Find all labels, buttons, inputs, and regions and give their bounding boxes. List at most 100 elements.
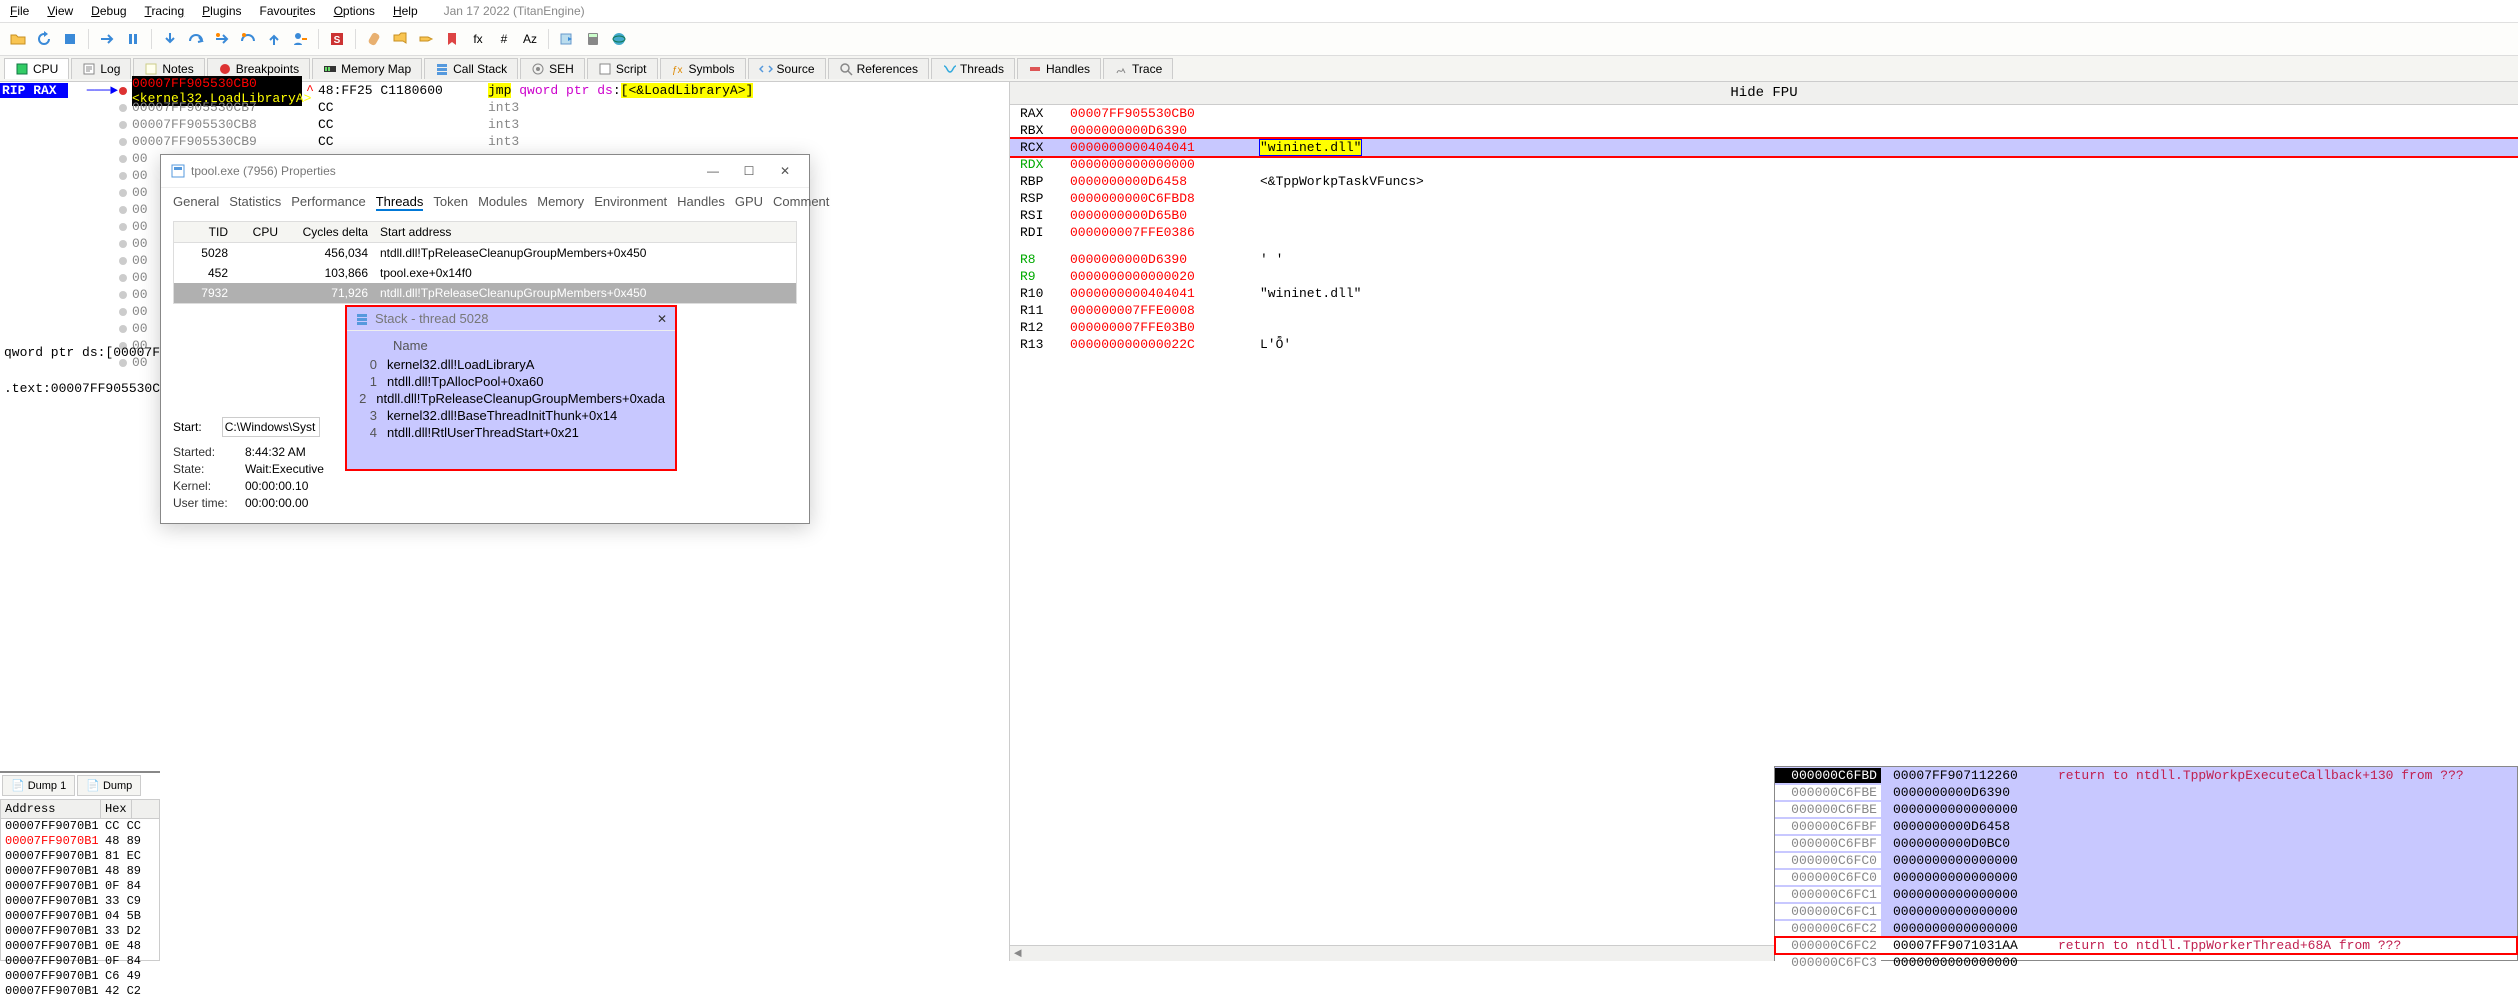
stack-frame-row[interactable]: 1ntdll.dll!TpAllocPool+0xa60 [357,373,665,390]
start-input[interactable] [222,417,320,437]
run-to-user-icon[interactable] [288,27,312,51]
stack-row[interactable]: 000000C6FBE0000000000D6390 [1775,784,2517,801]
breakpoint-slot[interactable] [118,273,132,283]
breakpoint-slot[interactable] [118,205,132,215]
col-header[interactable]: Cycles delta [284,222,374,242]
disasm-row-current[interactable]: RIP RAX ───► 00007FF905530CB0 <kernel32.… [0,82,1009,99]
breakpoint-slot[interactable] [118,188,132,198]
col-header[interactable]: Start address [374,222,796,242]
label-icon[interactable] [414,27,438,51]
proptab-general[interactable]: General [173,194,219,211]
menu-options[interactable]: Options [334,4,375,18]
stack-row[interactable]: 000000C6FBD00007FF907112260return to ntd… [1775,767,2517,784]
disasm-row[interactable]: 00007FF905530CB7CCint3 [0,99,1009,116]
dump-row[interactable]: 00007FF9070B148 89 [1,834,159,849]
breakpoint-slot[interactable] [118,137,132,147]
dump-row[interactable]: 00007FF9070B10E 48 [1,939,159,954]
step-out-icon[interactable] [262,27,286,51]
stack-frames-table[interactable]: Name 0kernel32.dll!LoadLibraryA1ntdll.dl… [357,335,665,441]
col-header[interactable]: TID [174,222,234,242]
stack-row[interactable]: 000000C6FC10000000000000000 [1775,903,2517,920]
hide-fpu-button[interactable]: Hide FPU [1010,82,2518,105]
dump-row[interactable]: 00007FF9070B1CC CC [1,819,159,834]
register-row[interactable]: RBP0000000000D6458<&TppWorkpTaskVFuncs> [1010,173,2518,190]
breakpoint-slot[interactable] [118,222,132,232]
register-row[interactable]: R100000000000404041"wininet.dll" [1010,285,2518,302]
stack-row[interactable]: 000000C6FBF0000000000D0BC0 [1775,835,2517,852]
dump-row[interactable]: 00007FF9070B133 D2 [1,924,159,939]
hash-icon[interactable]: # [492,27,516,51]
stack-thread-window[interactable]: Stack - thread 5028 ✕ Name 0kernel32.dll… [345,305,677,471]
tab-memory[interactable]: Memory Map [312,58,422,79]
proptab-gpu[interactable]: GPU [735,194,763,211]
proptab-token[interactable]: Token [433,194,468,211]
stack-frame-row[interactable]: 4ntdll.dll!RtlUserThreadStart+0x21 [357,424,665,441]
proptab-handles[interactable]: Handles [677,194,725,211]
stack-row[interactable]: 000000C6FBF0000000000D6458 [1775,818,2517,835]
dump-row[interactable]: 00007FF9070B133 C9 [1,894,159,909]
thread-row[interactable]: 452103,866tpool.exe+0x14f0 [174,263,796,283]
step-into-icon[interactable] [158,27,182,51]
calc-icon[interactable] [581,27,605,51]
dump-row[interactable]: 00007FF9070B148 89 [1,864,159,879]
proptab-threads[interactable]: Threads [376,194,424,211]
col-header[interactable]: CPU [234,222,284,242]
register-row[interactable]: RDX0000000000000000 [1010,156,2518,173]
tab-references[interactable]: References [828,58,929,79]
stack-row[interactable]: 000000C6FBE0000000000000000 [1775,801,2517,818]
stack-row[interactable]: 000000C6FC10000000000000000 [1775,886,2517,903]
goto-icon[interactable] [555,27,579,51]
proptab-statistics[interactable]: Statistics [229,194,281,211]
stack-frame-row[interactable]: 3kernel32.dll!BaseThreadInitThunk+0x14 [357,407,665,424]
register-row[interactable]: R12000000007FFE03B0 [1010,319,2518,336]
comment-icon[interactable] [388,27,412,51]
register-row[interactable]: RCX0000000000404041"wininet.dll" [1010,139,2518,156]
breakpoint-slot[interactable] [118,171,132,181]
breakpoint-slot[interactable] [118,154,132,164]
tab-symbols[interactable]: ƒxSymbols [660,58,746,79]
menu-view[interactable]: View [47,4,73,18]
breakpoint-slot[interactable] [118,256,132,266]
stack-row[interactable]: 000000C6FC20000000000000000 [1775,920,2517,937]
thread-row[interactable]: 5028456,034ntdll.dll!TpReleaseCleanupGro… [174,243,796,263]
menu-favourites[interactable]: Favourites [260,4,316,18]
proptab-memory[interactable]: Memory [537,194,584,211]
breakpoint-dot[interactable] [118,86,132,96]
col-header[interactable]: Name [357,335,665,356]
dump-row[interactable]: 00007FF9070B10F 84 [1,954,159,969]
stack-row[interactable]: 000000C6FC200007FF9071031AAreturn to ntd… [1775,937,2517,954]
menu-tracing[interactable]: Tracing [145,4,185,18]
disasm-row[interactable]: 00007FF905530CB8CCint3 [0,116,1009,133]
menu-debug[interactable]: Debug [91,4,126,18]
tab-seh[interactable]: SEH [520,58,585,79]
breakpoint-slot[interactable] [118,307,132,317]
register-row[interactable]: RSI0000000000D65B0 [1010,207,2518,224]
close-button[interactable]: ✕ [657,312,667,326]
font-icon[interactable]: Az [518,27,542,51]
tab-handles[interactable]: Handles [1017,58,1101,79]
register-row[interactable]: R80000000000D6390' ' [1010,251,2518,268]
register-row[interactable]: R13000000000000022CL'Ȭ' [1010,336,2518,353]
properties-window[interactable]: tpool.exe (7956) Properties — ☐ ✕ Genera… [160,154,810,524]
thread-row[interactable]: 793271,926ntdll.dll!TpReleaseCleanupGrou… [174,283,796,303]
pause-icon[interactable] [121,27,145,51]
breakpoint-slot[interactable] [118,324,132,334]
titlebar[interactable]: tpool.exe (7956) Properties — ☐ ✕ [161,155,809,188]
menu-help[interactable]: Help [393,4,418,18]
dump-table[interactable]: AddressHex 00007FF9070B1CC CC00007FF9070… [0,799,160,961]
step-over2-icon[interactable] [236,27,260,51]
dump-tab-2[interactable]: 📄Dump [77,775,141,796]
proptab-environment[interactable]: Environment [594,194,667,211]
stop-icon[interactable] [58,27,82,51]
proptab-comment[interactable]: Comment [773,194,829,211]
proptab-performance[interactable]: Performance [291,194,365,211]
breakpoint-slot[interactable] [118,239,132,249]
tab-callstack[interactable]: Call Stack [424,58,518,79]
online-icon[interactable] [607,27,631,51]
maximize-button[interactable]: ☐ [735,161,763,181]
dump-tab-1[interactable]: 📄Dump 1 [2,775,75,796]
minimize-button[interactable]: — [699,161,727,181]
register-row[interactable]: R11000000007FFE0008 [1010,302,2518,319]
patch-icon[interactable] [362,27,386,51]
bookmark-icon[interactable] [440,27,464,51]
